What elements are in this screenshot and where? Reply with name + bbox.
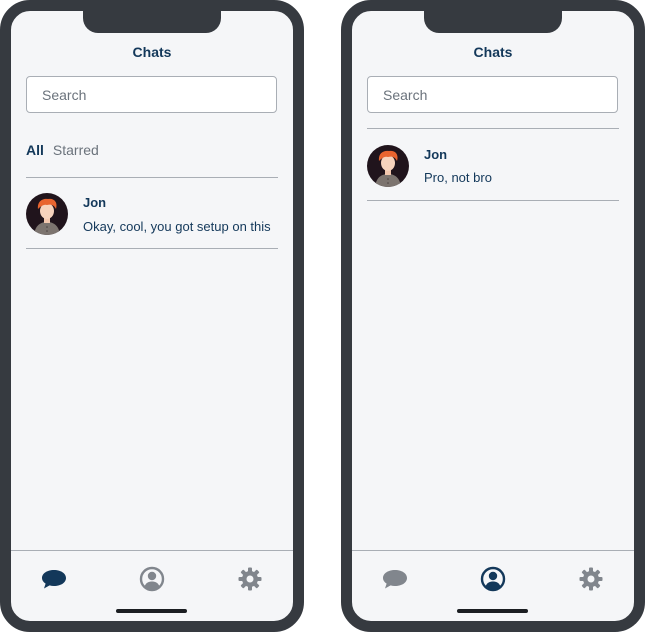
phone-screen-chats-alt: Chats Search Jon Pro, not bro [341, 0, 645, 632]
tab-starred[interactable]: Starred [53, 142, 99, 158]
search-input[interactable]: Search [26, 76, 277, 113]
filter-tabs: All Starred [26, 142, 99, 158]
tab-bar [11, 565, 293, 593]
tabbar-divider [11, 550, 293, 551]
page-title: Chats [132, 44, 172, 60]
avatar [26, 193, 68, 235]
avatar [367, 145, 409, 187]
tab-bar [352, 565, 634, 593]
chat-name: Jon [424, 147, 448, 162]
divider [367, 128, 619, 129]
tabbar-divider [352, 550, 634, 551]
notch [83, 11, 221, 33]
chat-bubble-icon[interactable] [40, 565, 68, 593]
chat-preview: Okay, cool, you got setup on this [83, 219, 271, 234]
divider [367, 200, 619, 201]
phone-screen-chats: Chats Search All Starred Jon Okay, cool,… [0, 0, 304, 632]
chat-preview: Pro, not bro [424, 170, 492, 185]
page-title: Chats [473, 44, 513, 60]
home-indicator [116, 609, 187, 613]
search-input[interactable]: Search [367, 76, 618, 113]
notch [424, 11, 562, 33]
home-indicator [457, 609, 528, 613]
tab-all[interactable]: All [26, 142, 44, 158]
divider [26, 248, 278, 249]
chat-bubble-icon[interactable] [381, 565, 409, 593]
divider [26, 177, 278, 178]
gear-icon[interactable] [236, 565, 264, 593]
chat-name: Jon [83, 195, 107, 210]
gear-icon[interactable] [577, 565, 605, 593]
user-icon[interactable] [138, 565, 166, 593]
user-icon[interactable] [479, 565, 507, 593]
